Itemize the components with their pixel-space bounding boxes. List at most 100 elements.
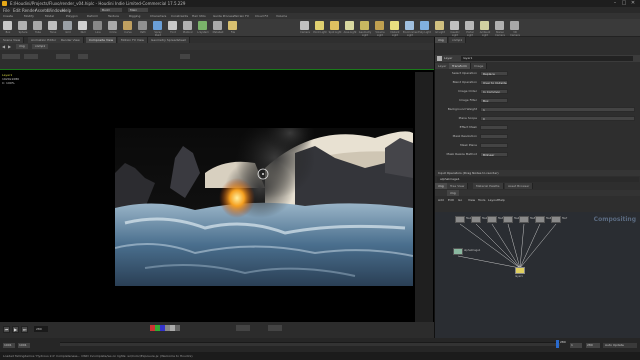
- param-field[interactable]: [480, 125, 508, 130]
- light-tool-icon[interactable]: [345, 21, 354, 30]
- path-context[interactable]: img: [16, 44, 28, 49]
- file-node[interactable]: [551, 216, 561, 223]
- net-menu-item[interactable]: Tools: [478, 198, 485, 202]
- view-mode-select[interactable]: [2, 54, 20, 59]
- light-tool-icon[interactable]: [390, 21, 399, 30]
- shelf-tab[interactable]: Constraints: [171, 14, 188, 18]
- param-field[interactable]: Replace: [480, 71, 508, 76]
- param-field[interactable]: [480, 134, 508, 139]
- file-node[interactable]: [455, 216, 465, 223]
- shelf-tab[interactable]: Guide Process: [213, 14, 234, 18]
- light-tool-icon[interactable]: [315, 21, 324, 30]
- light-tool-icon[interactable]: [330, 21, 339, 30]
- param-tab-image[interactable]: Image: [471, 63, 488, 69]
- light-tool-icon[interactable]: [375, 21, 384, 30]
- close-button[interactable]: ✕: [629, 1, 637, 6]
- shelf-tab[interactable]: Polygon: [66, 14, 78, 18]
- shelf-tool-icon[interactable]: [183, 21, 192, 30]
- shelf-tool-icon[interactable]: [108, 21, 117, 30]
- shelf-tool-icon[interactable]: [48, 21, 57, 30]
- light-tool-icon[interactable]: [435, 21, 444, 30]
- shelf-tab[interactable]: Model: [45, 14, 54, 18]
- file-node[interactable]: [471, 216, 481, 223]
- ratio-select[interactable]: [78, 54, 88, 59]
- tab-img[interactable]: img: [435, 37, 448, 43]
- timeline[interactable]: 1001 1001 280 1 280 Auto Update: [0, 338, 640, 352]
- net-menu-item[interactable]: Add: [438, 198, 444, 202]
- shelf-tab[interactable]: Terrain FX: [234, 14, 249, 18]
- param-field[interactable]: Over to Outside: [480, 80, 508, 85]
- shelf-tab[interactable]: Modify: [24, 14, 34, 18]
- light-tool-icon[interactable]: [300, 21, 309, 30]
- net-tab-material-palette[interactable]: Material Palette: [473, 183, 504, 189]
- shelf-tool-icon[interactable]: [18, 21, 27, 30]
- shelf-tool-icon[interactable]: [168, 21, 177, 30]
- net-path[interactable]: img: [447, 190, 459, 196]
- shelf-tool-icon[interactable]: [123, 21, 132, 30]
- range-end-field[interactable]: 1001: [18, 343, 30, 348]
- compare-field[interactable]: [236, 325, 250, 331]
- timeline-cursor[interactable]: [556, 340, 559, 348]
- file-node[interactable]: [503, 216, 513, 223]
- network-editor[interactable]: Compositing file1 file2 file3 file4 file5 fil…: [435, 212, 640, 338]
- shelf-tab[interactable]: Hair Utils: [192, 14, 206, 18]
- light-tool-icon[interactable]: [465, 21, 474, 30]
- file-node[interactable]: [519, 216, 529, 223]
- param-field[interactable]: [480, 143, 508, 148]
- param-field[interactable]: In Common: [480, 89, 508, 94]
- end-frame-field[interactable]: 280: [586, 343, 600, 348]
- minimize-button[interactable]: –: [611, 1, 619, 6]
- node-side[interactable]: [453, 248, 463, 255]
- zoom-select[interactable]: [56, 54, 70, 59]
- tab-comp1[interactable]: comp1: [449, 37, 467, 43]
- net-menu-item[interactable]: View: [468, 198, 475, 202]
- play-button[interactable]: ▶: [12, 326, 19, 333]
- path-node[interactable]: comp1: [32, 44, 49, 49]
- param-tab-transform[interactable]: Transform: [449, 63, 471, 69]
- shelf-tool-icon[interactable]: [3, 21, 12, 30]
- shelf-tool-icon[interactable]: [78, 21, 87, 30]
- light-tool-icon[interactable]: [420, 21, 429, 30]
- node-merge[interactable]: [515, 267, 525, 274]
- param-field[interactable]: Bilinear: [480, 152, 508, 157]
- maximize-button[interactable]: □: [620, 1, 628, 6]
- build-desktop-select[interactable]: Build: [100, 8, 122, 12]
- shelf-tab[interactable]: Texture: [108, 14, 119, 18]
- light-tool-icon[interactable]: [495, 21, 504, 30]
- net-menu-item[interactable]: Edit: [448, 198, 454, 202]
- start-frame-field[interactable]: 1: [570, 343, 582, 348]
- shelf-tab[interactable]: Rigging: [129, 14, 140, 18]
- param-field[interactable]: Box: [480, 98, 508, 103]
- shelf-tab[interactable]: Create: [3, 14, 13, 18]
- light-tool-icon[interactable]: [360, 21, 369, 30]
- first-frame-button[interactable]: ⏮: [3, 326, 10, 333]
- light-tool-icon[interactable]: [510, 21, 519, 30]
- frame-input[interactable]: 280: [34, 326, 48, 332]
- zoom-field[interactable]: [268, 325, 282, 331]
- shelf-tool-icon[interactable]: [93, 21, 102, 30]
- main-desktop-select[interactable]: Main: [128, 8, 148, 12]
- net-tab-asset-browser[interactable]: Asset Browser: [505, 183, 534, 189]
- shelf-tool-icon[interactable]: [198, 21, 207, 30]
- shelf-tool-icon[interactable]: [63, 21, 72, 30]
- net-menu-item[interactable]: Help: [498, 198, 505, 202]
- net-menu-item[interactable]: Go: [458, 198, 462, 202]
- auto-update-toggle[interactable]: Auto Update: [603, 343, 637, 348]
- node-name-field[interactable]: layer1: [461, 56, 633, 61]
- shelf-tab[interactable]: Cloud FX: [255, 14, 268, 18]
- range-start-field[interactable]: 1001: [3, 343, 15, 348]
- net-menu-item[interactable]: Layout: [488, 198, 498, 202]
- shelf-tool-icon[interactable]: [228, 21, 237, 30]
- file-node[interactable]: [535, 216, 545, 223]
- net-tab-img[interactable]: img: [435, 183, 448, 189]
- shelf-tool-icon[interactable]: [138, 21, 147, 30]
- net-tab-tree-view[interactable]: Tree View: [447, 183, 469, 189]
- light-tool-icon[interactable]: [480, 21, 489, 30]
- forward-arrow-icon[interactable]: ▶: [8, 44, 11, 49]
- back-arrow-icon[interactable]: ◀: [2, 44, 5, 49]
- shelf-tool-icon[interactable]: [213, 21, 222, 30]
- shelf-tab[interactable]: Deform: [87, 14, 98, 18]
- light-tool-icon[interactable]: [405, 21, 414, 30]
- next-frame-button[interactable]: ⏭: [21, 326, 28, 333]
- param-field[interactable]: 1: [480, 107, 635, 112]
